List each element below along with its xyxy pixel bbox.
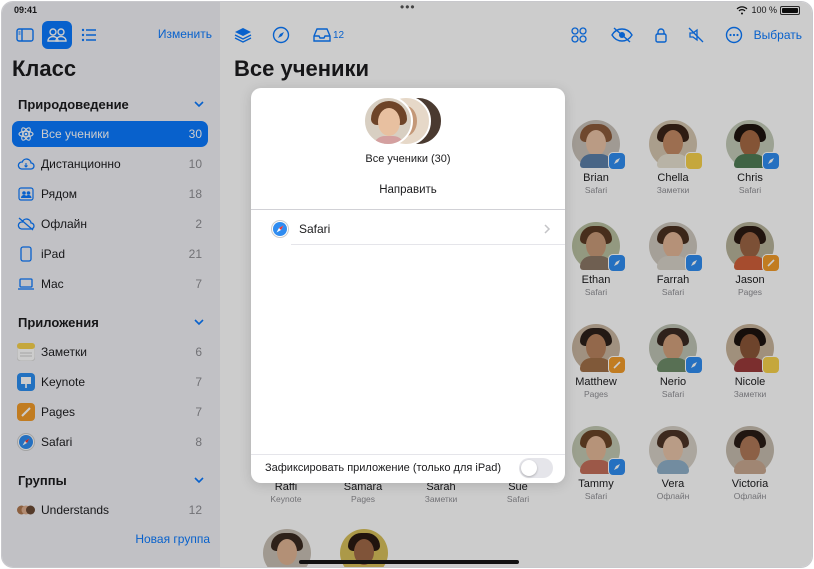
- avatar: [363, 96, 413, 146]
- lock-app-toggle[interactable]: [519, 458, 553, 478]
- divider: [251, 454, 565, 455]
- chevron-right-icon: [544, 224, 551, 234]
- app-row-label: Safari: [299, 222, 331, 236]
- home-indicator[interactable]: [299, 560, 519, 564]
- toggle-knob: [521, 460, 537, 476]
- divider: [251, 209, 565, 210]
- sheet-title: Направить: [379, 184, 437, 196]
- student-avatar-stack: [363, 96, 453, 148]
- navigate-sheet: Все ученики (30) Направить Safari Зафикс…: [251, 88, 565, 483]
- divider: [291, 244, 565, 245]
- lock-app-label: Зафиксировать приложение (только для iPa…: [265, 462, 502, 474]
- safari-icon: [271, 220, 289, 238]
- sheet-subtitle: Все ученики (30): [365, 153, 451, 165]
- app-row-safari[interactable]: Safari: [251, 215, 565, 243]
- ipad-frame: Изменить Класс Природоведение Все ученик…: [1, 1, 813, 568]
